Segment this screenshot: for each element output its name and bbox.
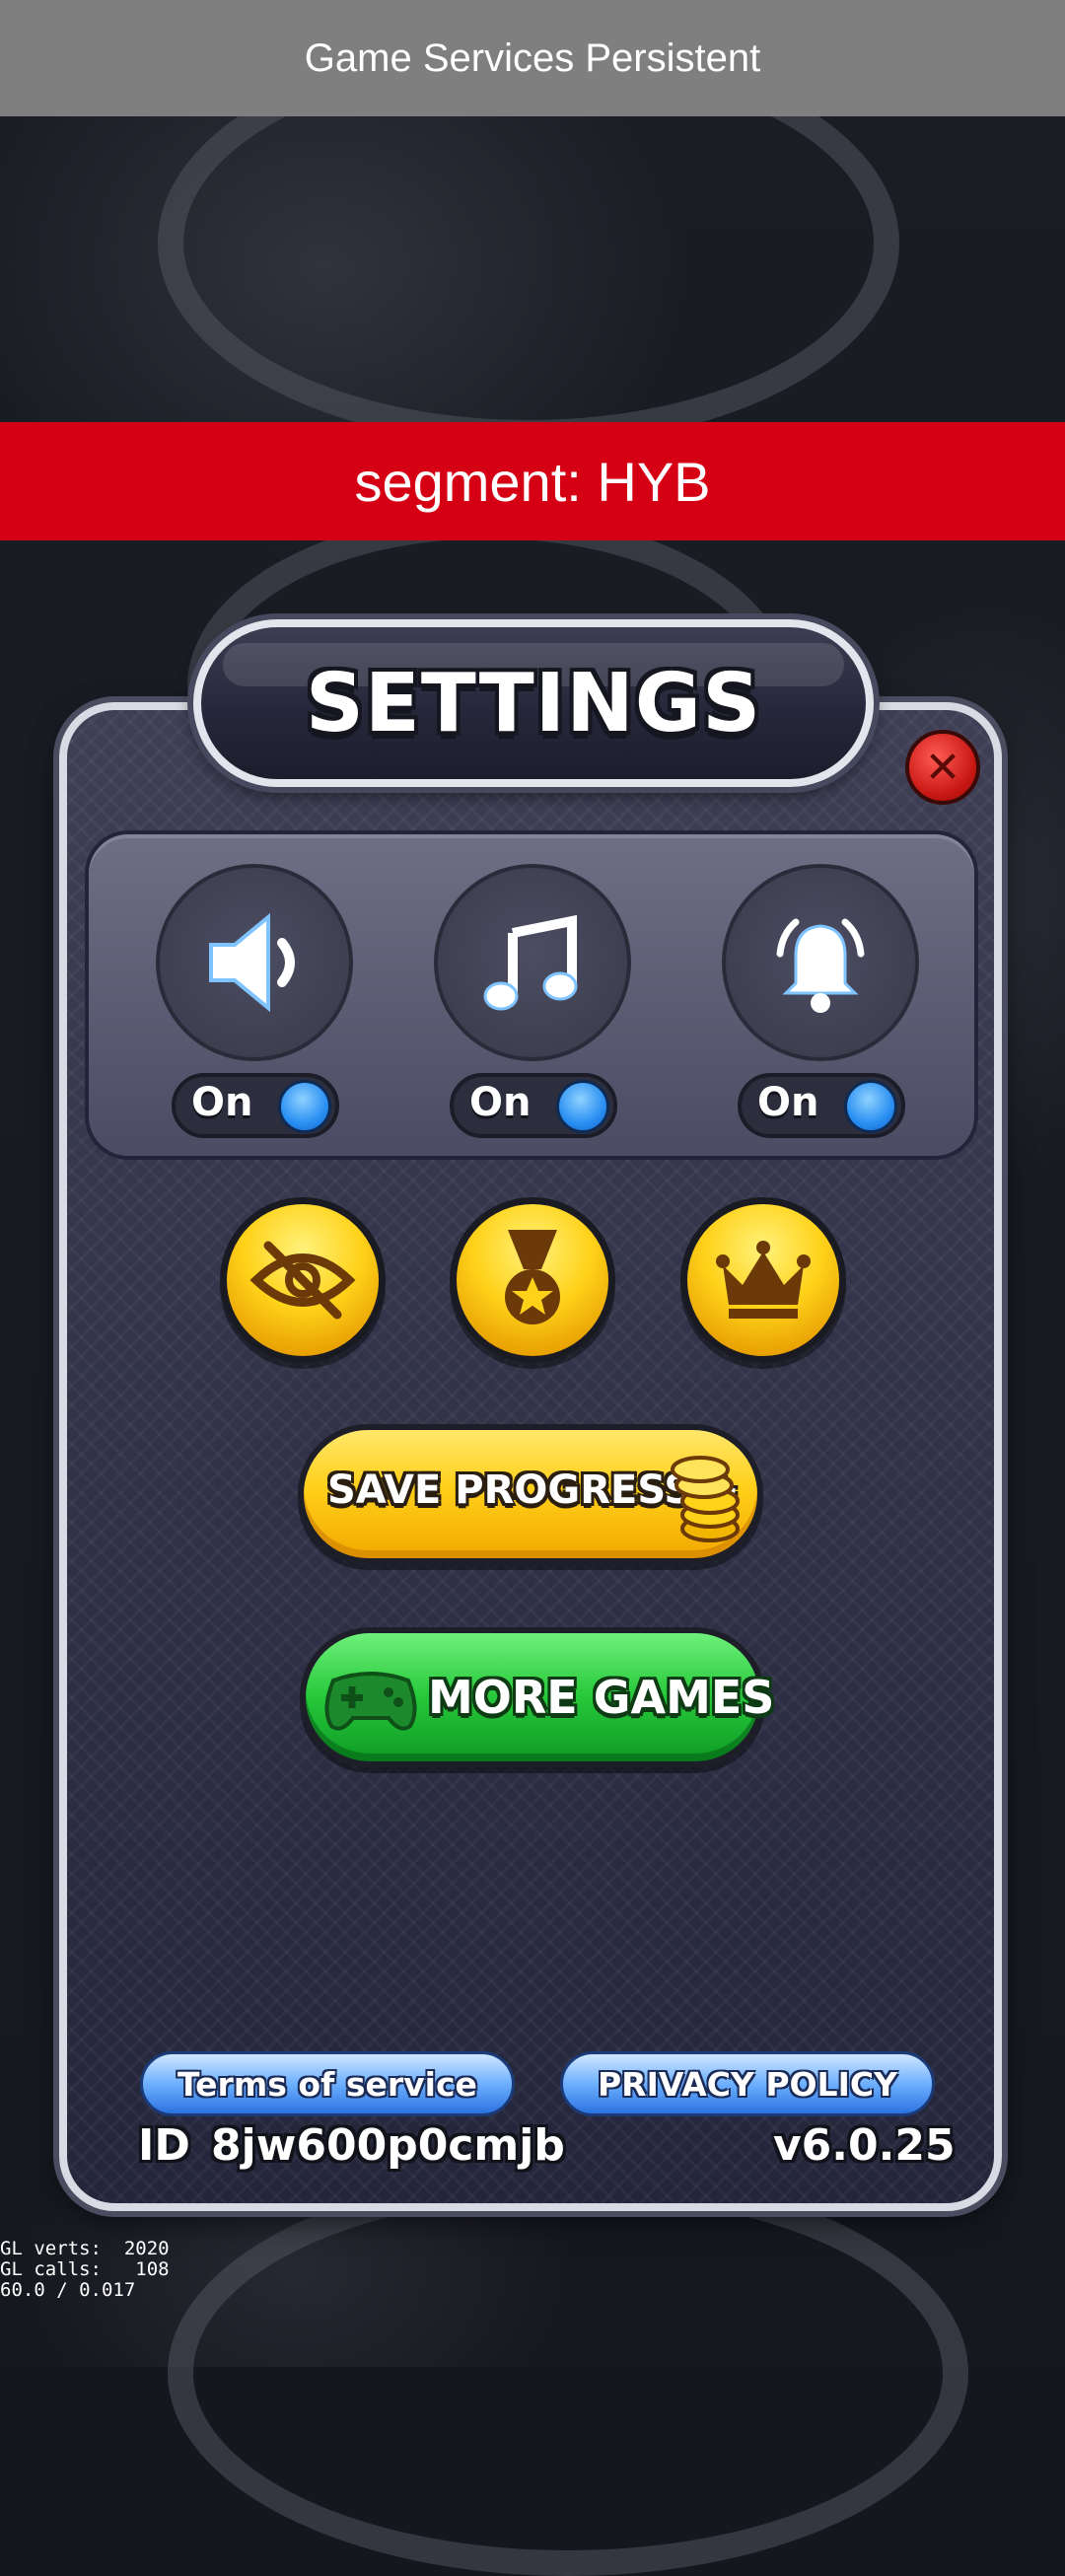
- more-games-label: MORE GAMES: [428, 1671, 775, 1724]
- terms-of-service-button[interactable]: Terms of service: [140, 2051, 515, 2116]
- speaker-icon: [209, 912, 295, 1013]
- sound-toggle-button[interactable]: [156, 864, 353, 1061]
- sound-switch[interactable]: On: [172, 1073, 339, 1138]
- privacy-policy-label: PRIVACY POLICY: [598, 2064, 897, 2104]
- gl-calls-readout: GL calls: 108: [0, 2258, 170, 2280]
- segment-label: segment: HYB: [354, 450, 711, 513]
- sound-switch-knob: [278, 1080, 331, 1133]
- music-switch[interactable]: On: [450, 1073, 617, 1138]
- gold-coins-icon: [671, 1456, 740, 1542]
- hidden-eye-icon: [249, 1241, 356, 1320]
- background-decoration: [168, 2170, 968, 2576]
- debug-overlay: GL verts: 2020 GL calls: 108 60.0 / 0.017: [0, 2239, 170, 2301]
- privacy-policy-button[interactable]: PRIVACY POLICY: [560, 2051, 935, 2116]
- notification-switch-label: On: [757, 1080, 819, 1125]
- sound-switch-label: On: [191, 1080, 253, 1125]
- version-label: v6.0.25: [773, 2120, 956, 2171]
- player-id-prefix: ID: [138, 2120, 190, 2171]
- notification-switch[interactable]: On: [738, 1073, 905, 1138]
- music-toggle-button[interactable]: [434, 864, 631, 1061]
- close-button[interactable]: ✕: [905, 730, 980, 805]
- medal-icon: [505, 1230, 560, 1324]
- segment-banner: segment: HYB: [0, 422, 1065, 540]
- achievements-button[interactable]: [450, 1197, 615, 1363]
- player-id-value: 8jw600p0cmjb: [211, 2120, 565, 2171]
- close-icon: ✕: [924, 742, 961, 793]
- more-games-button[interactable]: MORE GAMES: [300, 1627, 774, 1767]
- bell-icon: [776, 918, 865, 1013]
- save-progress-button[interactable]: SAVE PROGRESS +: [298, 1424, 763, 1564]
- game-services-banner: Game Services Persistent: [0, 0, 1065, 116]
- leaderboard-button[interactable]: [680, 1197, 846, 1363]
- notification-switch-knob: [844, 1080, 897, 1133]
- gl-verts-readout: GL verts: 2020: [0, 2238, 170, 2259]
- music-note-icon: [483, 914, 578, 1011]
- fps-readout: 60.0 / 0.017: [0, 2279, 136, 2301]
- music-switch-knob: [556, 1080, 609, 1133]
- music-switch-label: On: [469, 1080, 532, 1125]
- privacy-visibility-button[interactable]: [220, 1197, 386, 1363]
- crown-icon: [716, 1241, 811, 1319]
- settings-title-bar: SETTINGS: [193, 619, 874, 787]
- gamepad-icon: [324, 1672, 417, 1731]
- game-services-label: Game Services Persistent: [304, 36, 761, 80]
- settings-title: SETTINGS: [305, 656, 762, 751]
- terms-of-service-label: Terms of service: [178, 2064, 477, 2104]
- notification-toggle-button[interactable]: [722, 864, 919, 1061]
